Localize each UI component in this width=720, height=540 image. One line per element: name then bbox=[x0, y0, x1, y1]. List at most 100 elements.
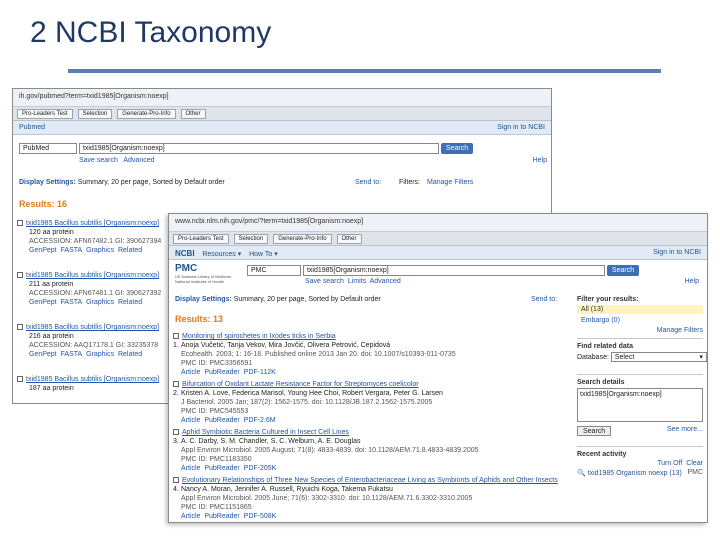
checkbox[interactable] bbox=[173, 333, 179, 340]
checkbox[interactable] bbox=[173, 429, 179, 436]
resources-menu[interactable]: Resources bbox=[202, 251, 235, 258]
front-send-to[interactable]: Send to: bbox=[531, 296, 557, 303]
slide-title: 2 NCBI Taxonomy bbox=[30, 16, 272, 49]
result-link[interactable]: Article bbox=[181, 369, 200, 376]
filter-all[interactable]: All (13) bbox=[577, 305, 703, 314]
back-display-settings[interactable]: Display Settings: bbox=[19, 179, 76, 186]
front-search-input[interactable]: txid1985[Organism:noexp] bbox=[302, 265, 605, 276]
front-result-item: Bifurcation of Oxidant Lactate Resistanc… bbox=[173, 380, 563, 425]
result-link[interactable]: Related bbox=[118, 299, 142, 306]
back-search-button[interactable]: Search bbox=[440, 143, 474, 154]
back-address-bar[interactable]: ih.gov/pubmed?term=txid1985[Organism:noe… bbox=[13, 89, 551, 107]
result-link[interactable]: PubReader bbox=[204, 417, 239, 424]
recent-item-link[interactable]: txid1985 Organism noexp (13) bbox=[588, 470, 682, 477]
checkbox[interactable] bbox=[173, 477, 179, 484]
checkbox[interactable] bbox=[17, 376, 23, 383]
front-advanced-link[interactable]: Advanced bbox=[370, 278, 401, 285]
result-title[interactable]: Aphid Symbiotic Bacteria Cultured in Ins… bbox=[182, 429, 349, 436]
result-link[interactable]: Related bbox=[118, 351, 142, 358]
checkbox[interactable] bbox=[17, 324, 23, 331]
result-link[interactable]: GenPept bbox=[29, 247, 57, 254]
back-manage-filters[interactable]: Manage Filters bbox=[427, 179, 473, 186]
front-tab-2[interactable]: Selection bbox=[233, 234, 269, 244]
result-link[interactable]: FASTA bbox=[61, 299, 83, 306]
front-tab-3[interactable]: Generate-Pro-Info bbox=[273, 234, 332, 244]
clear-link[interactable]: Clear bbox=[686, 460, 703, 467]
result-number: 3. bbox=[173, 438, 179, 445]
result-link[interactable]: PDF-508K bbox=[244, 513, 277, 520]
result-link[interactable]: Article bbox=[181, 465, 200, 472]
front-address-bar[interactable]: www.ncbi.nlm.nih.gov/pmc/?term=txid1985[… bbox=[169, 214, 707, 232]
result-title[interactable]: txid1985 Bacillus subtilis [Organism:noe… bbox=[26, 324, 159, 331]
back-tab-1[interactable]: Pro-Leaders Test bbox=[17, 109, 73, 119]
howto-menu[interactable]: How To bbox=[249, 251, 272, 258]
front-result-item: Monitoring of spirochetes in Ixodes tick… bbox=[173, 332, 563, 377]
front-search-button[interactable]: Search bbox=[606, 265, 640, 276]
checkbox[interactable] bbox=[173, 381, 179, 388]
pmc-logo[interactable]: PMC US National Library of Medicine Nati… bbox=[175, 263, 235, 284]
result-meta: ACCESSION: AFN67482.1 GI: 390627394 bbox=[29, 238, 162, 245]
back-search-input[interactable]: txid1985[Organism:noexp] bbox=[78, 143, 439, 154]
front-result-item: Aphid Symbiotic Bacteria Cultured in Ins… bbox=[173, 428, 563, 473]
divider bbox=[577, 446, 703, 447]
front-tab-1[interactable]: Pro-Leaders Test bbox=[173, 234, 229, 244]
result-link[interactable]: PubReader bbox=[204, 465, 239, 472]
front-sign-in-link[interactable]: Sign in to NCBI bbox=[653, 249, 701, 256]
front-limits-link[interactable]: Limits bbox=[348, 278, 366, 285]
turn-off-link[interactable]: Turn Off bbox=[657, 460, 682, 467]
back-tab-2[interactable]: Selection bbox=[77, 109, 113, 119]
result-title[interactable]: Bifurcation of Oxidant Lactate Resistanc… bbox=[182, 381, 419, 388]
back-send-to[interactable]: Send to: bbox=[355, 179, 381, 186]
details-search-button[interactable]: Search bbox=[577, 426, 612, 436]
result-link[interactable]: Related bbox=[118, 247, 142, 254]
result-link[interactable]: Graphics bbox=[86, 351, 114, 358]
back-sign-in-link[interactable]: Sign in to NCBI bbox=[497, 124, 545, 131]
result-journal: Ecohealth. 2003; 1: 16-18. Published onl… bbox=[181, 351, 456, 358]
back-db-select[interactable]: PubMed bbox=[19, 143, 77, 154]
result-link[interactable]: Article bbox=[181, 513, 200, 520]
result-link[interactable]: FASTA bbox=[61, 247, 83, 254]
result-title[interactable]: txid1985 Bacillus subtilis [Organism:noe… bbox=[26, 220, 159, 227]
back-db-label[interactable]: Pubmed bbox=[19, 124, 45, 131]
back-advanced-link[interactable]: Advanced bbox=[123, 157, 154, 164]
front-db-select[interactable]: PMC bbox=[247, 265, 301, 276]
front-save-search-link[interactable]: Save search bbox=[305, 278, 344, 285]
result-link[interactable]: PDF-112K bbox=[244, 369, 276, 376]
result-link[interactable]: Graphics bbox=[86, 299, 114, 306]
result-link[interactable]: Graphics bbox=[86, 247, 114, 254]
front-display-settings[interactable]: Display Settings: bbox=[175, 296, 232, 303]
result-journal: Appl Environ Microbiol. 2005 August; 71(… bbox=[181, 447, 479, 454]
result-link[interactable]: GenPept bbox=[29, 351, 57, 358]
filter-embargo[interactable]: Embargo (0) bbox=[577, 316, 703, 325]
front-display-row: Display Settings: Summary, 20 per page, … bbox=[175, 296, 565, 303]
result-number: 1. bbox=[173, 342, 179, 349]
result-title[interactable]: Evolutionary Relationships of Three New … bbox=[182, 477, 558, 484]
result-title[interactable]: txid1985 Bacillus subtilis [Organism:noe… bbox=[26, 376, 159, 383]
front-tab-4[interactable]: Other bbox=[336, 234, 362, 244]
result-title[interactable]: Monitoring of spirochetes in Ixodes tick… bbox=[182, 333, 336, 340]
checkbox[interactable] bbox=[17, 272, 23, 279]
see-more-link[interactable]: See more... bbox=[667, 426, 703, 433]
manage-filters-link[interactable]: Manage Filters bbox=[577, 327, 703, 334]
back-tab-3[interactable]: Generate-Pro-Info bbox=[117, 109, 176, 119]
search-details-box[interactable]: txid1985[Organism:noexp] bbox=[577, 388, 703, 422]
result-title[interactable]: txid1985 Bacillus subtilis [Organism:noe… bbox=[26, 272, 159, 279]
ncbi-logo[interactable]: NCBI bbox=[175, 249, 195, 258]
result-link[interactable]: PubReader bbox=[204, 513, 239, 520]
back-url: ih.gov/pubmed?term=txid1985[Organism:noe… bbox=[19, 93, 169, 100]
result-link[interactable]: PDF-2.6M bbox=[244, 417, 276, 424]
result-pmcid: PMC ID: PMC1183350 bbox=[181, 456, 252, 463]
pmc-logo-subtitle: US National Library of Medicine National… bbox=[175, 274, 232, 284]
result-link[interactable]: Article bbox=[181, 417, 200, 424]
back-help-link[interactable]: Help bbox=[533, 157, 547, 164]
result-link[interactable]: FASTA bbox=[61, 351, 83, 358]
front-help-link[interactable]: Help bbox=[685, 278, 699, 285]
back-tab-4[interactable]: Other bbox=[180, 109, 206, 119]
result-link[interactable]: PubReader bbox=[204, 369, 239, 376]
database-select[interactable]: Select ▾ bbox=[610, 352, 707, 362]
result-link[interactable]: PDF-205K bbox=[244, 465, 277, 472]
checkbox[interactable] bbox=[17, 220, 23, 227]
back-save-search-link[interactable]: Save search bbox=[79, 157, 118, 164]
front-results-count: Results: 13 bbox=[175, 314, 224, 324]
result-link[interactable]: GenPept bbox=[29, 299, 57, 306]
